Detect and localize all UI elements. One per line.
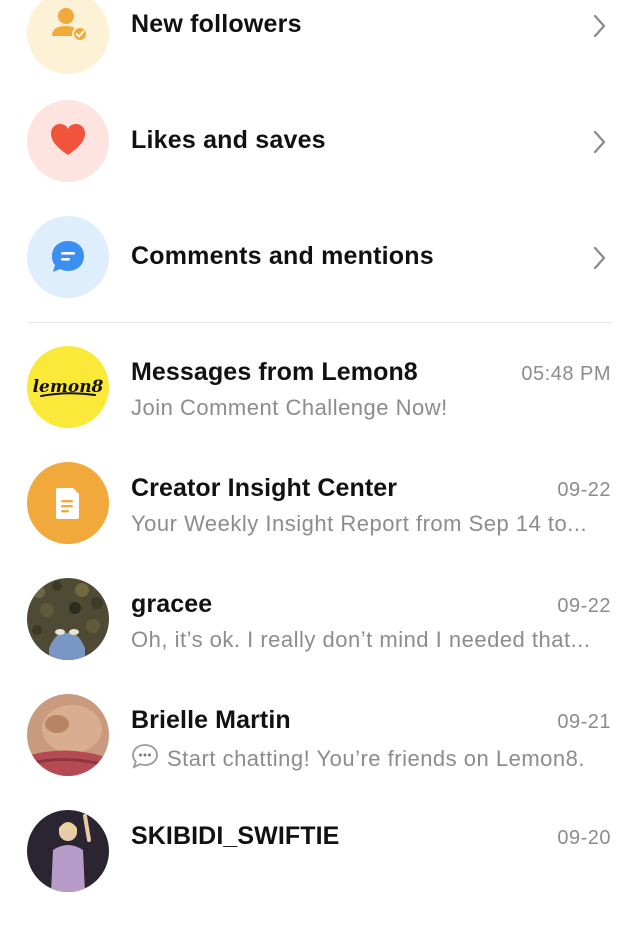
user-photo xyxy=(27,694,109,776)
comment-icon xyxy=(52,241,84,272)
chat-preview: Oh, it’s ok. I really don’t mind I neede… xyxy=(131,627,591,652)
chat-time: 05:48 PM xyxy=(521,363,611,385)
chat-row-creator-insight-center[interactable]: Creator Insight Center 09-22 Your Weekly… xyxy=(0,462,640,578)
chat-time: 09-22 xyxy=(557,595,611,617)
person-check-icon xyxy=(52,8,88,42)
chat-name: SKIBIDI_SWIFTIE xyxy=(131,822,340,850)
notif-title: Likes and saves xyxy=(131,126,326,154)
chat-time: 09-20 xyxy=(557,827,611,849)
user-photo xyxy=(27,578,109,660)
chat-row-skibidi-swiftie[interactable]: SKIBIDI_SWIFTIE 09-20 xyxy=(0,810,640,926)
user-photo xyxy=(27,810,109,892)
document-icon xyxy=(56,488,79,519)
chat-name: Brielle Martin xyxy=(131,706,291,734)
comments-avatar xyxy=(27,216,109,298)
chat-preview-text: Start chatting! You’re friends on Lemon8… xyxy=(167,746,585,771)
likes-avatar xyxy=(27,100,109,182)
avatar xyxy=(27,810,109,892)
chat-name: Messages from Lemon8 xyxy=(131,358,418,386)
avatar xyxy=(27,694,109,776)
chat-preview-row: Start chatting! You’re friends on Lemon8… xyxy=(131,743,611,772)
chevron-right-icon xyxy=(593,14,606,38)
lemon8-logo-icon: lemon8 xyxy=(33,377,104,397)
chat-bubble-icon xyxy=(132,744,158,769)
avatar xyxy=(27,578,109,660)
chat-name: Creator Insight Center xyxy=(131,474,398,502)
chat-time: 09-22 xyxy=(557,479,611,501)
new-followers-avatar xyxy=(27,0,109,74)
chat-row-lemon8[interactable]: lemon8 Messages from Lemon8 05:48 PM Joi… xyxy=(0,346,640,462)
avatar xyxy=(27,462,109,544)
chat-name: gracee xyxy=(131,590,213,618)
chat-preview: Your Weekly Insight Report from Sep 14 t… xyxy=(131,511,588,536)
chevron-right-icon xyxy=(593,246,606,270)
chat-row-gracee[interactable]: gracee 09-22 Oh, it’s ok. I really don’t… xyxy=(0,578,640,694)
notif-title: Comments and mentions xyxy=(131,242,434,270)
notif-title: New followers xyxy=(131,10,302,38)
notif-row-likes-and-saves[interactable]: Likes and saves xyxy=(0,100,640,224)
chat-time: 09-21 xyxy=(557,711,611,733)
heart-icon xyxy=(51,124,85,155)
chat-row-brielle-martin[interactable]: Brielle Martin 09-21 Start chatting! You… xyxy=(0,694,640,810)
section-divider xyxy=(28,322,612,323)
notif-row-new-followers[interactable]: New followers xyxy=(0,0,640,116)
chat-preview: Join Comment Challenge Now! xyxy=(131,395,448,420)
chevron-right-icon xyxy=(593,130,606,154)
avatar: lemon8 xyxy=(27,346,109,428)
